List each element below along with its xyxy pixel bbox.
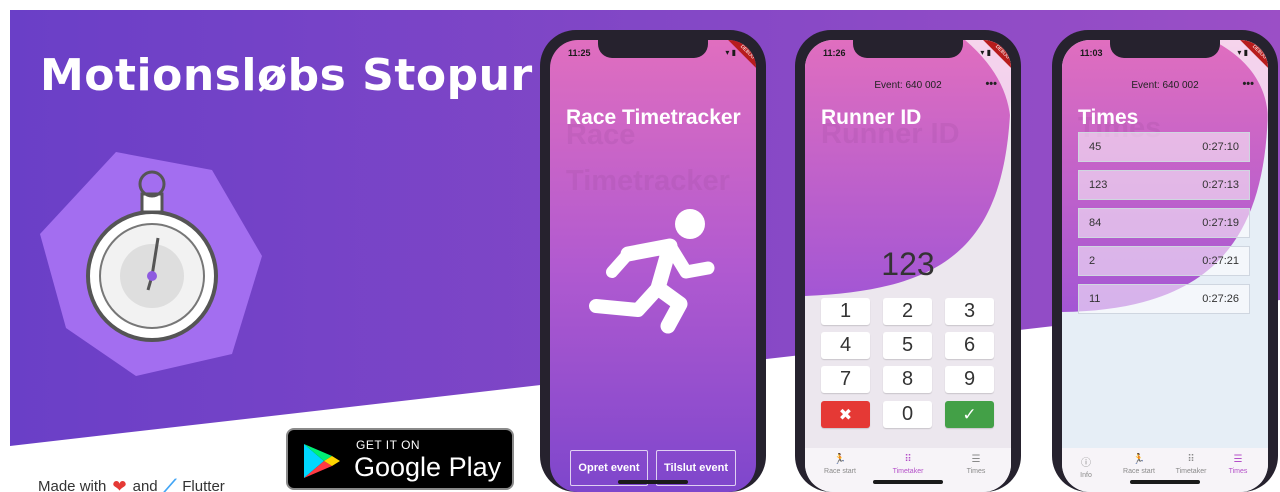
runner-time: 0:27:26 — [1202, 293, 1239, 305]
tab-label: Race start — [1123, 468, 1155, 475]
runner-time: 0:27:13 — [1202, 179, 1239, 191]
tab-race-start[interactable]: 🏃 Race start — [1116, 454, 1162, 475]
tab-times[interactable]: ☰ Times — [1218, 454, 1258, 475]
more-menu-icon[interactable]: ••• — [1242, 78, 1254, 90]
keypad-icon: ⠿ — [1187, 454, 1195, 465]
key-3[interactable]: 3 — [945, 298, 994, 325]
key-1[interactable]: 1 — [821, 298, 870, 325]
screen-title: Times — [1078, 106, 1139, 129]
phone-screen: 11:26 ▾ ▮ DEBUG Event: 640 002 ••• Runne… — [805, 40, 1011, 492]
bottom-tab-bar: 🏃 Race start ⠿ Timetaker ☰ Times — [805, 448, 1011, 492]
times-row[interactable]: 84 0:27:19 — [1078, 208, 1250, 238]
runner-icon: 🏃 — [1132, 454, 1146, 465]
key-5[interactable]: 5 — [883, 332, 932, 359]
runner-id: 123 — [1089, 179, 1108, 191]
phone-times: 11:03 ▾ ▮ DEBUG Event: 640 002 ••• Times… — [1052, 30, 1278, 492]
times-row[interactable]: 11 0:27:26 — [1078, 284, 1250, 314]
key-7[interactable]: 7 — [821, 366, 870, 393]
tab-label: Times — [1228, 468, 1248, 475]
times-row[interactable]: 45 0:27:10 — [1078, 132, 1250, 162]
key-6[interactable]: 6 — [945, 332, 994, 359]
runner-id-display: 123 — [881, 246, 935, 282]
made-with-and: and — [132, 478, 158, 492]
tab-times[interactable]: ☰ Times — [953, 454, 999, 475]
tab-timetaker[interactable]: ⠿ Timetaker — [1168, 454, 1214, 475]
key-4[interactable]: 4 — [821, 332, 870, 359]
screen-title: Runner ID — [821, 106, 922, 129]
list-icon: ☰ — [971, 454, 981, 465]
phone-screen: 11:03 ▾ ▮ DEBUG Event: 640 002 ••• Times… — [1062, 40, 1268, 492]
times-row[interactable]: 123 0:27:13 — [1078, 170, 1250, 200]
phone-race-timetracker: 11:25 ▾ ▮ DEBUG Race Timetracker Race Ti… — [540, 30, 766, 492]
badge-line2: Google Play — [354, 452, 502, 482]
tab-label: Race start — [824, 468, 856, 475]
tab-timetaker[interactable]: ⠿ Timetaker — [885, 454, 931, 475]
status-time: 11:26 — [823, 48, 846, 58]
badge-line1: GET IT ON — [356, 438, 421, 452]
google-play-icon — [304, 444, 340, 478]
status-time: 11:25 — [568, 48, 591, 58]
times-row[interactable]: 2 0:27:21 — [1078, 246, 1250, 276]
phone-notch — [1110, 40, 1220, 58]
key-9[interactable]: 9 — [945, 366, 994, 393]
status-icons: ▾ ▮ — [1237, 48, 1248, 57]
tab-info[interactable]: ⓘ Info — [1070, 454, 1102, 479]
tab-label: Timetaker — [1175, 468, 1207, 475]
home-indicator — [618, 480, 688, 484]
runner-id: 45 — [1089, 141, 1102, 153]
status-time: 11:03 — [1080, 48, 1103, 58]
heart-icon: ❤ — [112, 476, 127, 492]
status-icons: ▾ ▮ — [980, 48, 991, 57]
flutter-label: Flutter — [182, 478, 225, 492]
list-icon: ☰ — [1233, 454, 1243, 465]
key-0[interactable]: 0 — [883, 401, 932, 428]
confirm-key[interactable]: ✓ — [945, 401, 994, 428]
made-with-prefix: Made with — [38, 478, 107, 492]
event-header: Event: 640 002 — [1131, 80, 1199, 91]
phone-notch — [598, 40, 708, 58]
keypad-icon: ⠿ — [904, 454, 912, 465]
stopwatch-icon — [40, 152, 262, 376]
runner-id: 84 — [1089, 217, 1102, 229]
promo-banner: Motionsløbs Stopur Made with ❤ and ⟋ Flu… — [0, 0, 1280, 492]
info-icon: ⓘ — [1081, 458, 1091, 469]
flutter-icon: ⟋ — [163, 476, 177, 492]
tab-label: Info — [1080, 472, 1092, 479]
home-indicator — [1130, 480, 1200, 484]
phone-runner-id: 11:26 ▾ ▮ DEBUG Event: 640 002 ••• Runne… — [795, 30, 1021, 492]
phone-screen: 11:25 ▾ ▮ DEBUG Race Timetracker Race Ti… — [550, 40, 756, 492]
runner-id: 2 — [1089, 255, 1096, 267]
tab-race-start[interactable]: 🏃 Race start — [817, 454, 863, 475]
runner-id: 11 — [1089, 293, 1101, 305]
runner-time: 0:27:21 — [1202, 255, 1239, 267]
key-8[interactable]: 8 — [883, 366, 932, 393]
bottom-tab-bar: ⓘ Info 🏃 Race start ⠿ Timetaker ☰ Times — [1062, 448, 1268, 492]
phone-notch — [853, 40, 963, 58]
runner-icon: 🏃 — [833, 454, 847, 465]
home-indicator — [873, 480, 943, 484]
tab-label: Timetaker — [892, 468, 924, 475]
event-header: Event: 640 002 — [874, 80, 942, 91]
google-play-badge[interactable]: GET IT ON Google Play — [286, 428, 514, 490]
delete-key[interactable]: ✖ — [821, 401, 870, 428]
runner-time: 0:27:10 — [1202, 141, 1239, 153]
running-person-icon — [589, 209, 715, 334]
status-icons: ▾ ▮ — [725, 48, 736, 57]
more-menu-icon[interactable]: ••• — [985, 78, 997, 90]
runner-time: 0:27:19 — [1202, 217, 1239, 229]
tab-label: Times — [966, 468, 986, 475]
key-2[interactable]: 2 — [883, 298, 932, 325]
app-title: Motionsløbs Stopur — [40, 50, 533, 101]
made-with-credit: Made with ❤ and ⟋ Flutter — [38, 476, 225, 492]
screen-title: Race Timetracker — [566, 106, 741, 129]
